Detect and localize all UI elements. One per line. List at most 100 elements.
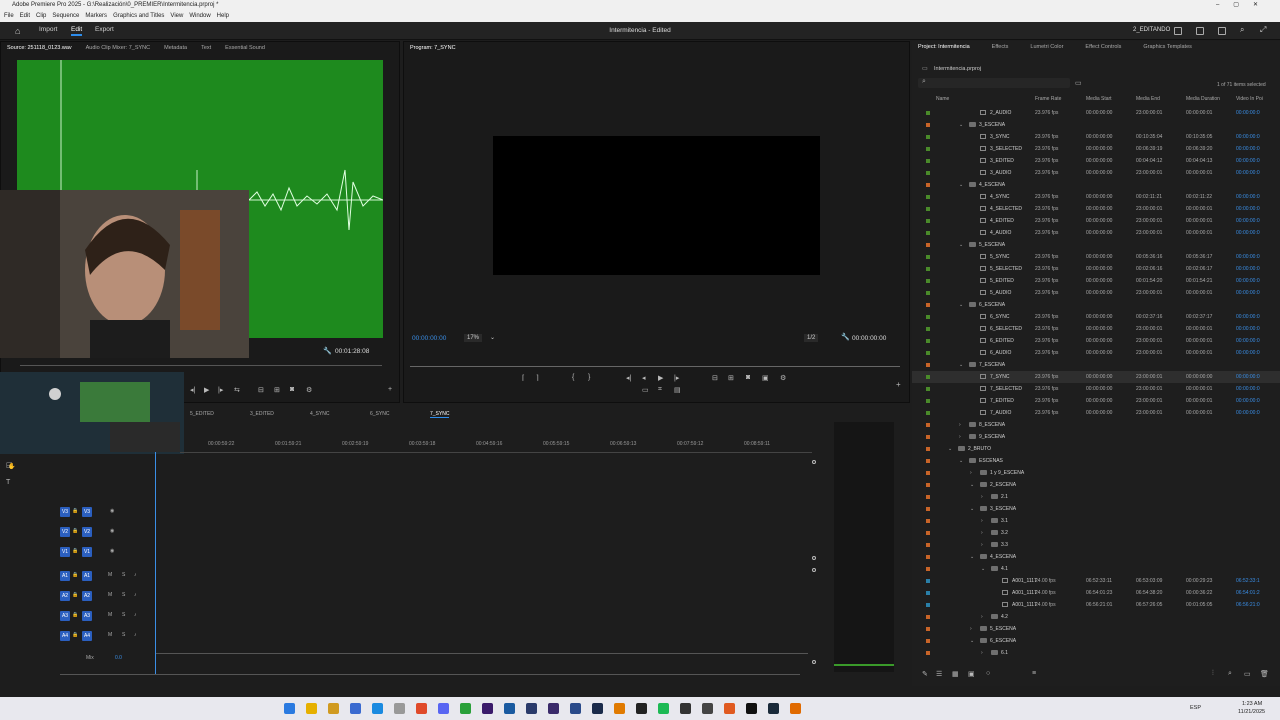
project-item-row[interactable]: A001_1117 24.00 fps 06:52:33:11 06:53:03:09… — [912, 575, 1280, 587]
project-item-row[interactable]: 5_SYNC 23.976 fps 00:00:00:00 00:05:36:16 00… — [912, 251, 1280, 263]
chevron-right-icon[interactable]: › — [981, 539, 983, 551]
source-patch[interactable]: V2 — [60, 527, 70, 537]
label-color-chip[interactable] — [926, 579, 930, 583]
new-bin-icon[interactable]: ▭ — [1075, 79, 1082, 87]
project-bin-row[interactable]: ⌄ 7_ESCENA — [912, 359, 1280, 371]
safe-margins-icon[interactable]: ▭ — [642, 386, 649, 394]
label-color-chip[interactable] — [926, 459, 930, 463]
project-bin-row[interactable]: ⌄ 6_ESCENA — [912, 299, 1280, 311]
chevron-down-icon[interactable]: ⌄ — [970, 551, 974, 563]
program-monitor-frame[interactable] — [493, 136, 820, 275]
sort-icon[interactable]: ≡ — [1032, 670, 1036, 677]
lift-icon[interactable]: ⊟ — [712, 374, 718, 382]
lock-icon[interactable]: 🔒 — [72, 592, 78, 598]
chevron-right-icon[interactable]: › — [981, 515, 983, 527]
go-in-icon[interactable]: { — [572, 374, 574, 381]
menu-item-file[interactable]: File — [4, 11, 14, 22]
chevron-right-icon[interactable]: › — [959, 419, 961, 431]
label-color-chip[interactable] — [926, 135, 930, 139]
label-color-chip[interactable] — [926, 315, 930, 319]
chevron-down-icon[interactable]: ⌄ — [970, 503, 974, 515]
project-item-row[interactable]: 7_SELECTED 23.976 fps 00:00:00:00 23:00:00:… — [912, 383, 1280, 395]
project-item-row[interactable]: 3_EDITED 23.976 fps 00:00:00:00 00:04:04:12… — [912, 155, 1280, 167]
project-item-row[interactable]: 7_SYNC 23.976 fps 00:00:00:00 23:00:00:01 00… — [912, 371, 1280, 383]
label-color-chip[interactable] — [926, 447, 930, 451]
label-color-chip[interactable] — [926, 435, 930, 439]
project-item-row[interactable]: 6_AUDIO 23.976 fps 00:00:00:00 23:00:00:01 0… — [912, 347, 1280, 359]
label-color-chip[interactable] — [926, 411, 930, 415]
menu-item-graphics-and-titles[interactable]: Graphics and Titles — [113, 11, 164, 22]
project-bin-row[interactable]: ⌄ 4_ESCENA — [912, 551, 1280, 563]
timeline-scrollbar[interactable] — [812, 460, 816, 670]
project-bin-row[interactable]: › 3.1 — [912, 515, 1280, 527]
label-color-chip[interactable] — [926, 531, 930, 535]
microphone-icon[interactable]: ♪ — [134, 592, 137, 598]
chevron-right-icon[interactable]: › — [981, 527, 983, 539]
sequence-tab[interactable]: 3_EDITED — [250, 411, 274, 417]
chevron-down-icon[interactable]: ⌄ — [959, 359, 963, 371]
project-item-row[interactable]: 6_EDITED 23.976 fps 00:00:00:00 23:00:00:01… — [912, 335, 1280, 347]
chevron-right-icon[interactable]: › — [981, 611, 983, 623]
chevron-right-icon[interactable]: › — [981, 491, 983, 503]
tab-effect-controls[interactable]: Effect Controls — [1085, 41, 1121, 53]
label-color-chip[interactable] — [926, 147, 930, 151]
label-color-chip[interactable] — [926, 123, 930, 127]
file-explorer-icon[interactable] — [306, 703, 317, 714]
camera-icon[interactable]: ◙ — [290, 386, 294, 393]
col-frame-rate[interactable]: Frame Rate — [1035, 96, 1061, 102]
chevron-down-icon[interactable]: ⌄ — [959, 239, 963, 251]
resolution-select[interactable]: 1/2 — [804, 334, 819, 342]
settings-icon[interactable]: ⚙ — [306, 386, 312, 394]
label-color-chip[interactable] — [926, 243, 930, 247]
timeline-ruler[interactable]: 00:00:59:22 00:01:59:21 00:02:59:19 00:03:5… — [180, 440, 812, 452]
extract-icon[interactable]: ⊞ — [728, 374, 734, 382]
mute-button[interactable]: M — [108, 592, 112, 598]
project-bin-row[interactable]: ⌄ 6_ESCENA — [912, 635, 1280, 647]
label-color-chip[interactable] — [926, 339, 930, 343]
lock-icon[interactable]: 🔒 — [72, 572, 78, 578]
project-bin-row[interactable]: ⌄ 2_ESCENA — [912, 479, 1280, 491]
source-patch[interactable]: V1 — [60, 547, 70, 557]
project-bin-row[interactable]: ⌄ 3_ESCENA — [912, 119, 1280, 131]
steam-icon[interactable] — [768, 703, 779, 714]
step-forward-icon[interactable]: |▸ — [674, 374, 679, 382]
workspace-name[interactable]: 2_EDITANDO — [1133, 27, 1170, 33]
label-color-chip[interactable] — [926, 303, 930, 307]
project-bin-row[interactable]: › 6.1 — [912, 647, 1280, 659]
microphone-icon[interactable]: ♪ — [134, 632, 137, 638]
sequence-tab[interactable]: 4_SYNC — [310, 411, 329, 417]
col-media-start[interactable]: Media Start — [1086, 96, 1112, 102]
find-icon[interactable]: ⌕ — [1228, 670, 1232, 678]
export-icon[interactable] — [1196, 27, 1204, 35]
loop-icon[interactable]: ⇆ — [234, 386, 240, 394]
track-target[interactable]: V2 — [82, 527, 92, 537]
source-patch[interactable]: A1 — [60, 571, 70, 581]
photoshop-icon[interactable] — [504, 703, 515, 714]
label-color-chip[interactable] — [926, 159, 930, 163]
project-bin-row[interactable]: ⌄ 4.1 — [912, 563, 1280, 575]
tab-lumetri[interactable]: Lumetri Color — [1030, 41, 1063, 53]
lock-icon[interactable]: 🔒 — [72, 632, 78, 638]
project-item-row[interactable]: 7_AUDIO 23.976 fps 00:00:00:00 23:00:00:01 0… — [912, 407, 1280, 419]
label-color-chip[interactable] — [926, 651, 930, 655]
label-color-chip[interactable] — [926, 219, 930, 223]
menu-item-view[interactable]: View — [170, 11, 183, 22]
label-color-chip[interactable] — [926, 591, 930, 595]
project-item-row[interactable]: 4_SYNC 23.976 fps 00:00:00:00 00:02:11:21 00… — [912, 191, 1280, 203]
play-icon[interactable]: ▶ — [204, 386, 209, 394]
automate-icon[interactable]: ⫶ — [1212, 670, 1214, 678]
search-icon[interactable]: ⌕ — [1240, 25, 1244, 35]
chevron-right-icon[interactable]: › — [959, 431, 961, 443]
tab-graphics-templates[interactable]: Graphics Templates — [1143, 41, 1192, 53]
label-color-chip[interactable] — [926, 543, 930, 547]
camera-icon[interactable]: ◙ — [746, 374, 750, 381]
add-icon[interactable]: + — [388, 386, 392, 393]
track-target[interactable]: A1 — [82, 571, 92, 581]
lock-icon[interactable]: 🔒 — [72, 548, 78, 554]
project-bin-row[interactable]: ⌄ 3_ESCENA — [912, 503, 1280, 515]
zoom-select[interactable]: 17% — [464, 334, 483, 342]
project-item-row[interactable]: 3_SELECTED 23.976 fps 00:00:00:00 00:06:39:… — [912, 143, 1280, 155]
label-color-chip[interactable] — [926, 207, 930, 211]
project-item-row[interactable]: A001_1117 24.00 fps 06:56:21:01 06:57:26:05… — [912, 599, 1280, 611]
tab-text[interactable]: Text — [201, 42, 211, 54]
